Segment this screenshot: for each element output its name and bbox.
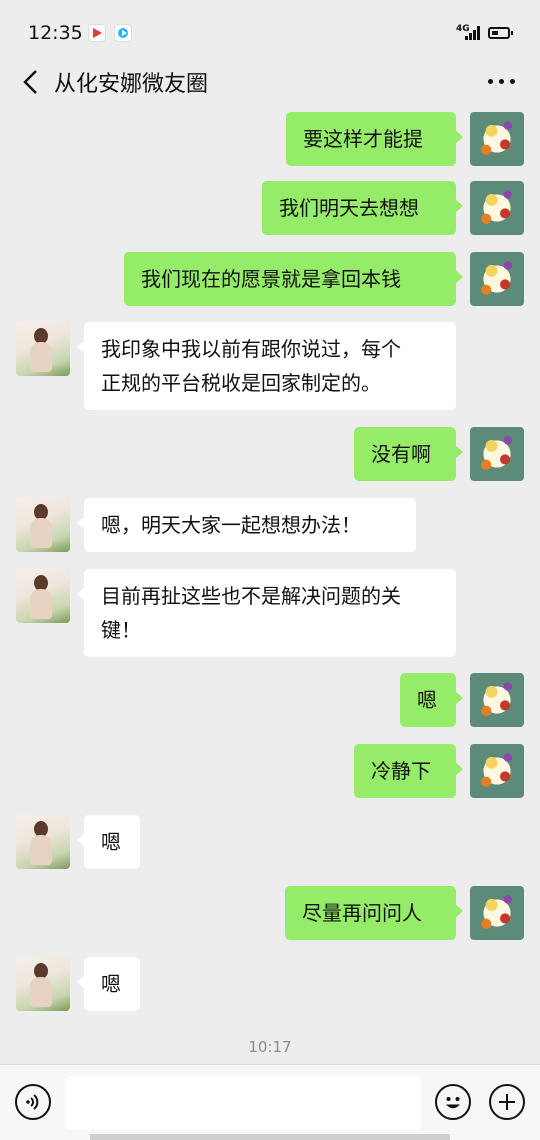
status-time: 12:35 [28, 22, 83, 44]
message-bubble[interactable]: 要这样才能提 [286, 112, 463, 166]
message-bubble[interactable]: 我们明天去想想 [262, 181, 463, 235]
avatar[interactable] [470, 252, 524, 306]
avatar[interactable] [470, 744, 524, 798]
message-bubble[interactable]: 嗯 [400, 673, 463, 727]
chat-header: 从化安娜微友圈 [0, 56, 540, 108]
chevron-left-icon[interactable] [20, 68, 44, 96]
avatar[interactable] [16, 322, 70, 376]
message-bubble[interactable]: 嗯 [77, 815, 140, 869]
message-bubble[interactable]: 我们现在的愿景就是拿回本钱 [124, 252, 463, 306]
input-bar [0, 1064, 540, 1140]
chat-title: 从化安娜微友圈 [54, 72, 209, 97]
avatar[interactable] [16, 569, 70, 623]
avatar[interactable] [470, 112, 524, 166]
video-app-icon [88, 24, 106, 42]
avatar[interactable] [470, 427, 524, 481]
message-input[interactable] [65, 1076, 421, 1130]
message-bubble[interactable]: 目前再扯这些也不是解决问题的关 键！ [77, 569, 456, 657]
message-bubble[interactable]: 嗯，明天大家一起想想办法！ [77, 498, 416, 552]
avatar[interactable] [16, 498, 70, 552]
emoji-icon[interactable] [435, 1084, 471, 1120]
message-bubble[interactable]: 嗯 [77, 957, 140, 1011]
voice-icon[interactable] [15, 1084, 51, 1120]
battery-icon [488, 27, 513, 39]
status-bar: 12:35 4G [0, 0, 540, 64]
avatar[interactable] [470, 181, 524, 235]
plus-icon[interactable] [489, 1084, 525, 1120]
message-bubble[interactable]: 我印象中我以前有跟你说过，每个 正规的平台税收是回家制定的。 [77, 322, 456, 410]
player-app-icon [114, 24, 132, 42]
chat-message-list[interactable]: 要这样才能提 我们明天去想想 我们现在的愿景就是拿回本钱 我印象中我以前有跟你说… [0, 108, 540, 1064]
avatar[interactable] [470, 886, 524, 940]
message-bubble[interactable]: 尽量再问问人 [285, 886, 463, 940]
avatar[interactable] [16, 815, 70, 869]
home-indicator [90, 1134, 450, 1140]
message-bubble[interactable]: 冷静下 [354, 744, 463, 798]
message-bubble[interactable]: 没有啊 [354, 427, 463, 481]
signal-icon [465, 26, 481, 40]
avatar[interactable] [470, 673, 524, 727]
avatar[interactable] [16, 957, 70, 1011]
message-timestamp: 10:17 [248, 1038, 292, 1056]
more-dots-icon[interactable] [486, 78, 516, 86]
